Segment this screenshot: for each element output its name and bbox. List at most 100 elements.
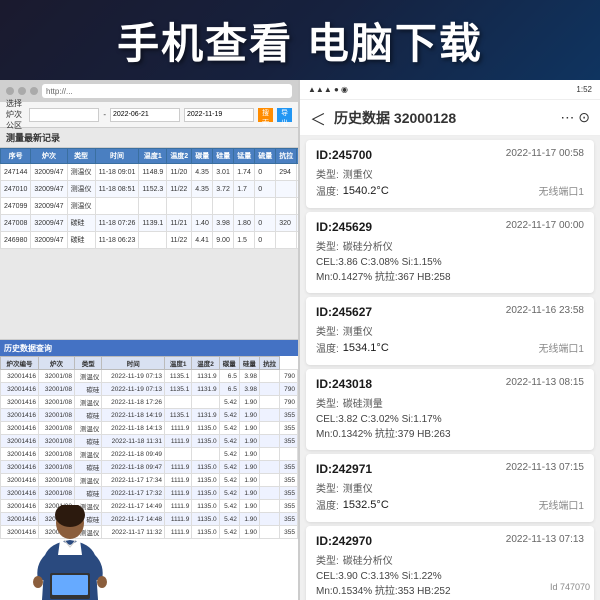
left-panel: http://... 选择炉次公区 - 搜索 导出 测量最新记录 (0, 80, 300, 600)
sheet-row: 3200141632001/08测温仪2022-11-19 07:131135.… (1, 370, 298, 383)
card-type-value: 测重仪 (343, 166, 373, 181)
browser-dot-1 (6, 87, 14, 95)
date-start-input[interactable] (110, 108, 180, 122)
sheet-row: 3200141632001/08碳硅2022-11-18 11:311111.9… (1, 435, 298, 448)
col-temp1: 温度1 (139, 149, 167, 164)
col-time: 时间 (95, 149, 139, 164)
mobile-card[interactable]: ID:245627 2022-11-16 23:58 类型: 测重仪 温度: 1… (306, 297, 594, 365)
back-button[interactable]: ＜ (310, 106, 326, 130)
card-header: ID:245627 2022-11-16 23:58 (316, 305, 584, 319)
card-type-value: 碳硅分析仪 (343, 238, 393, 253)
card-id: ID:245627 (316, 305, 372, 319)
status-time: 1:52 (576, 85, 592, 94)
card-type-row: 类型: 测重仪 (316, 480, 584, 495)
card-detail2: Mn:0.1534% 抗拉:353 HB:252 (316, 584, 584, 599)
mobile-page-title: 历史数据 32000128 (334, 108, 552, 128)
card-header: ID:245629 2022-11-17 00:00 (316, 220, 584, 234)
card-type-value: 测重仪 (343, 480, 373, 495)
spreadsheet-header: 历史数据查询 (0, 340, 298, 356)
person-area (0, 500, 140, 600)
card-source: 无线端口1 (393, 497, 584, 512)
card-temp-label: 温度: (316, 183, 339, 198)
table-row: 24709932009/47测温仪1307.5查看 (1, 198, 299, 215)
mobile-card[interactable]: ID:245629 2022-11-17 00:00 类型: 碳硅分析仪 CEL… (306, 212, 594, 293)
mobile-action-icons[interactable]: ⋯ ⊙ (560, 109, 590, 126)
col-heat: 炉次 (31, 149, 67, 164)
card-type-label: 类型: (316, 238, 339, 253)
mobile-card-list[interactable]: ID:245700 2022-11-17 00:58 类型: 测重仪 温度: 1… (300, 136, 600, 600)
card-detail1: CEL:3.86 C:3.08% Si:1.15% (316, 255, 584, 270)
table-row: 24700832009/47碳硅11-18 07:261139.111/211.… (1, 215, 299, 232)
browser-url: http://... (42, 84, 292, 98)
sheet-row: 3200141632001/08碳硅2022-11-17 17:321111.9… (1, 487, 298, 500)
col-mn: 锰量 (234, 149, 255, 164)
sheet-row: 3200141632001/08碳硅2022-11-19 07:131135.1… (1, 383, 298, 396)
sheet-row: 3200141632001/08测温仪2022-11-17 17:341111.… (1, 474, 298, 487)
col-si: 硅量 (213, 149, 234, 164)
person-silhouette (20, 505, 120, 600)
card-type-label: 类型: (316, 395, 339, 410)
mobile-card[interactable]: ID:242971 2022-11-13 07:15 类型: 测重仪 温度: 1… (306, 454, 594, 522)
browser-bar: http://... (0, 80, 298, 102)
date-separator: - (103, 110, 106, 119)
card-type-value: 碳硅分析仪 (343, 552, 393, 567)
browser-dot-3 (30, 87, 38, 95)
card-temp-value: 1540.2°C (343, 185, 389, 197)
filter-input[interactable] (29, 108, 99, 122)
card-type-value: 测重仪 (343, 323, 373, 338)
sheet-row: 3200141632001/08测温仪2022-11-18 17:265.421… (1, 396, 298, 409)
card-type-label: 类型: (316, 166, 339, 181)
section-title: 测量最新记录 (0, 128, 298, 148)
card-type-row: 类型: 碳硅分析仪 (316, 238, 584, 253)
table-toolbar: 选择炉次公区 - 搜索 导出 (0, 102, 298, 128)
table-row: 24698032009/47碳硅11-18 06:2311/224.419.00… (1, 232, 299, 249)
card-detail2: Mn:0.1342% 抗拉:379 HB:263 (316, 427, 584, 442)
card-source: 无线端口1 (393, 183, 584, 198)
card-type-label: 类型: (316, 323, 339, 338)
card-date: 2022-11-17 00:00 (506, 220, 584, 234)
id-badge: Id 747070 (550, 582, 590, 592)
card-id: ID:245629 (316, 220, 372, 234)
col-s: 硫量 (255, 149, 276, 164)
card-type-label: 类型: (316, 552, 339, 567)
status-left: ▲▲▲ ● ◉ (308, 85, 348, 94)
card-type-row: 类型: 碳硅分析仪 (316, 552, 584, 567)
sheet-row: 3200141632001/08测温仪2022-11-18 09:495.421… (1, 448, 298, 461)
card-date: 2022-11-17 00:58 (506, 148, 584, 162)
card-source: 无线端口1 (393, 340, 584, 355)
mobile-card[interactable]: ID:243018 2022-11-13 08:15 类型: 碳硅测量 CEL:… (306, 369, 594, 450)
col-hardness: 硬度 (297, 149, 298, 164)
card-header: ID:242970 2022-11-13 07:13 (316, 534, 584, 548)
date-end-input[interactable] (184, 108, 254, 122)
sheet-row: 3200141632001/08碳硅2022-11-18 09:471111.9… (1, 461, 298, 474)
col-c: 碳量 (192, 149, 213, 164)
table-row: 24714432009/47测温仪11-18 09:011148.911/204… (1, 164, 299, 181)
mobile-status-bar: ▲▲▲ ● ◉ 1:52 (300, 80, 600, 100)
card-id: ID:243018 (316, 377, 372, 391)
mobile-header: ＜ 历史数据 32000128 ⋯ ⊙ (300, 100, 600, 136)
col-tensile: 抗拉 (276, 149, 297, 164)
card-temp-value: 1532.5°C (343, 499, 389, 511)
sheet-row: 3200141632001/08碳硅2022-11-18 14:191135.1… (1, 409, 298, 422)
browser-dot-2 (18, 87, 26, 95)
card-id: ID:242971 (316, 462, 372, 476)
export-button[interactable]: 导出 (277, 108, 292, 122)
spreadsheet-view: 历史数据查询 炉次编号 炉次 类型 时间 温度1 温度2 碳量 硅量 (0, 340, 298, 600)
card-detail2: Mn:0.1427% 抗拉:367 HB:258 (316, 270, 584, 285)
mobile-card[interactable]: ID:245700 2022-11-17 00:58 类型: 测重仪 温度: 1… (306, 140, 594, 208)
table-row: 24701032009/47测温仪11-18 08:511152.311/224… (1, 181, 299, 198)
search-button[interactable]: 搜索 (258, 108, 273, 122)
table-header-row: 序号 炉次 类型 时间 温度1 温度2 碳量 硅量 锰量 硫量 抗拉 硬度 (1, 149, 299, 164)
card-type-row: 类型: 测重仪 (316, 323, 584, 338)
card-temp-label: 温度: (316, 340, 339, 355)
card-temp-row: 温度: 1532.5°C 无线端口1 (316, 497, 584, 512)
card-id: ID:245700 (316, 148, 372, 162)
data-table-container: 序号 炉次 类型 时间 温度1 温度2 碳量 硅量 锰量 硫量 抗拉 硬度 (0, 148, 298, 249)
sheet-header-row: 炉次编号 炉次 类型 时间 温度1 温度2 碳量 硅量 抗拉 (1, 357, 298, 370)
filter-label: 选择炉次公区 (6, 98, 25, 131)
sheet-row: 3200141632001/08测温仪2022-11-18 14:131111.… (1, 422, 298, 435)
col-temp2: 温度2 (167, 149, 192, 164)
card-temp-row: 温度: 1534.1°C 无线端口1 (316, 340, 584, 355)
card-date: 2022-11-16 23:58 (506, 305, 584, 319)
card-date: 2022-11-13 08:15 (506, 377, 584, 391)
